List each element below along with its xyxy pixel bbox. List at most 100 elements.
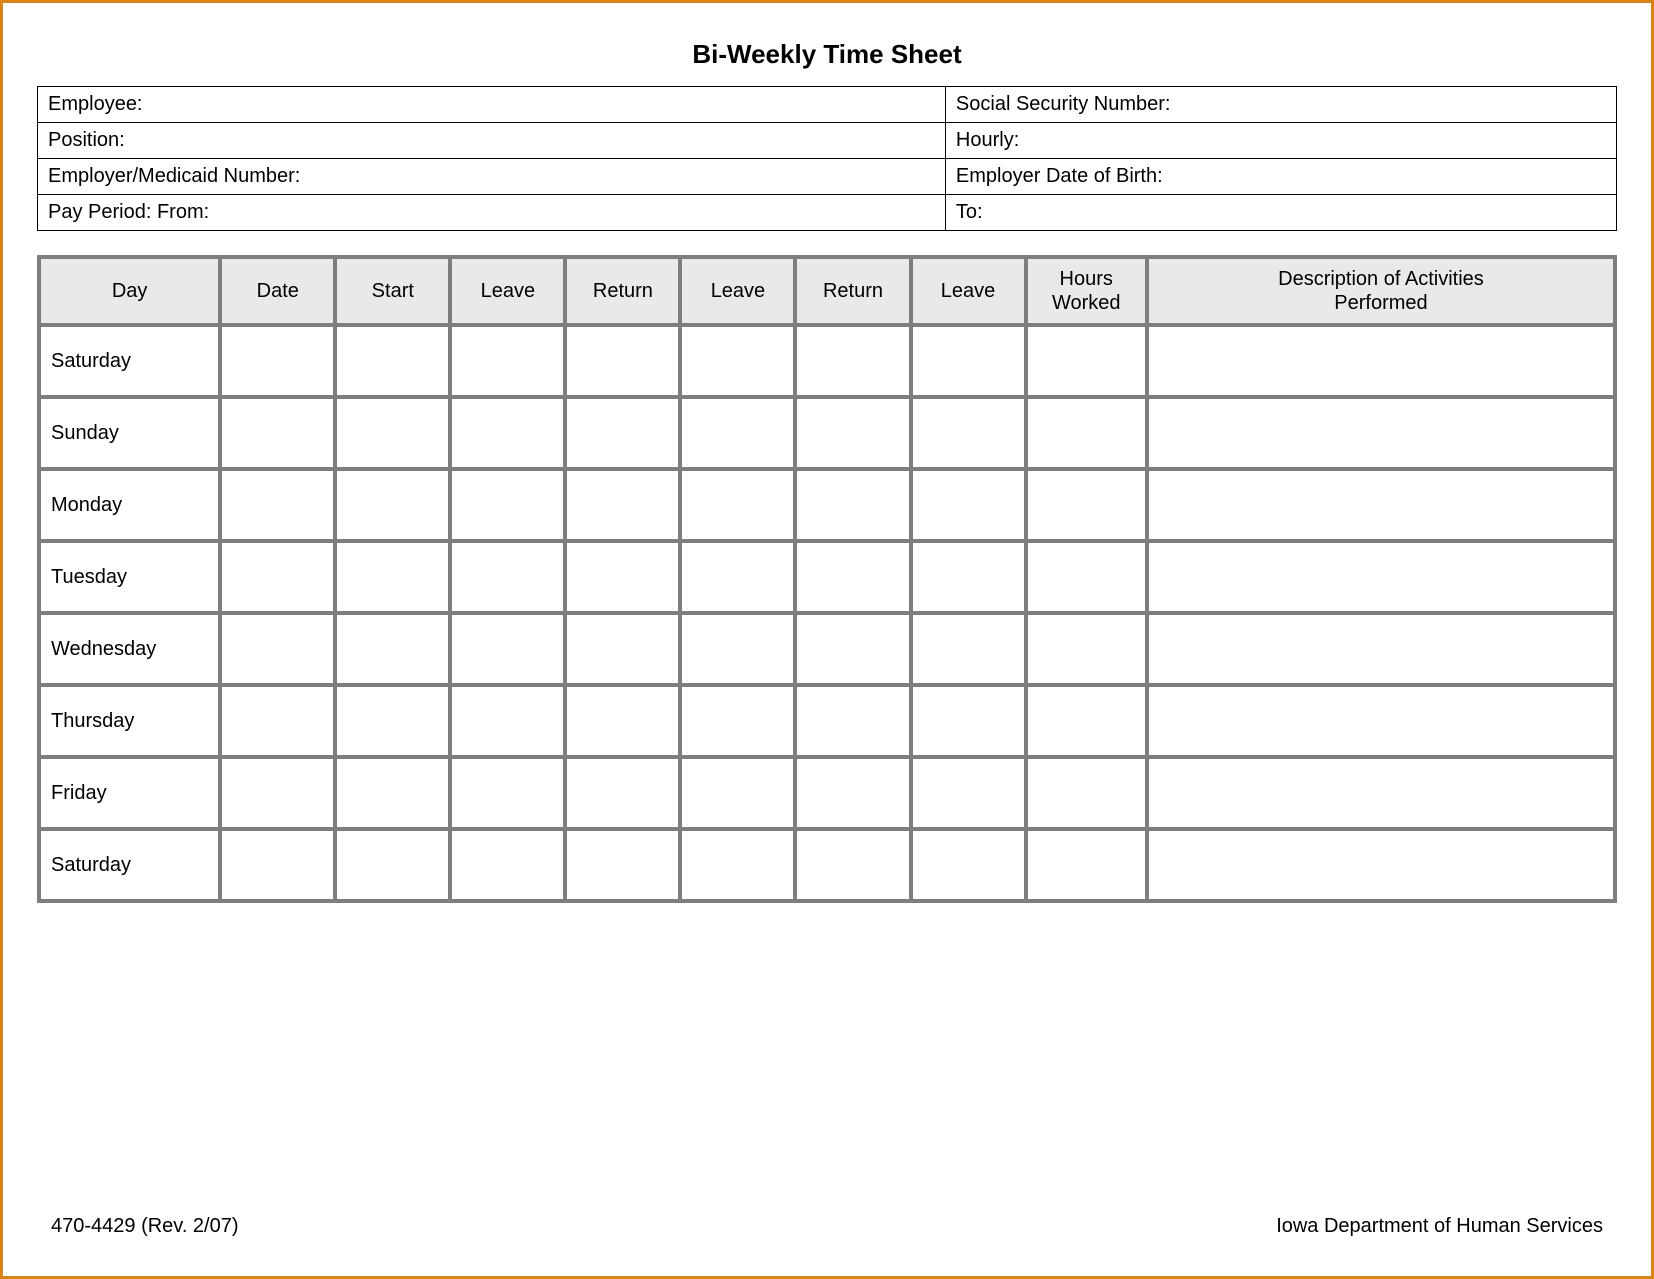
cell-return-1 — [565, 397, 680, 469]
cell-date — [220, 685, 335, 757]
cell-leave-2 — [680, 469, 795, 541]
cell-leave-2 — [680, 613, 795, 685]
cell-return-1 — [565, 613, 680, 685]
table-row: Friday — [39, 757, 1615, 829]
pay-period-from-label: Pay Period: From: — [38, 195, 946, 231]
cell-return-2 — [795, 685, 910, 757]
cell-day: Saturday — [39, 829, 220, 901]
cell-date — [220, 829, 335, 901]
table-row: Sunday — [39, 397, 1615, 469]
cell-leave-2 — [680, 325, 795, 397]
cell-description — [1147, 757, 1615, 829]
cell-day: Friday — [39, 757, 220, 829]
cell-date — [220, 757, 335, 829]
col-leave-2: Leave — [680, 257, 795, 325]
cell-leave-2 — [680, 829, 795, 901]
cell-description — [1147, 829, 1615, 901]
cell-description — [1147, 541, 1615, 613]
col-start: Start — [335, 257, 450, 325]
cell-hours — [1026, 757, 1147, 829]
employee-label: Employee: — [38, 87, 946, 123]
cell-start — [335, 469, 450, 541]
document-title: Bi-Weekly Time Sheet — [37, 39, 1617, 70]
cell-leave-2 — [680, 541, 795, 613]
cell-hours — [1026, 829, 1147, 901]
header-row: Day Date Start Leave Return Leave Return… — [39, 257, 1615, 325]
cell-date — [220, 469, 335, 541]
form-id: 470-4429 (Rev. 2/07) — [51, 1215, 239, 1238]
cell-leave-1 — [450, 757, 565, 829]
cell-description — [1147, 613, 1615, 685]
cell-leave-3 — [911, 685, 1026, 757]
timesheet-table: Day Date Start Leave Return Leave Return… — [37, 255, 1617, 903]
table-row: Saturday — [39, 325, 1615, 397]
table-row: Saturday — [39, 829, 1615, 901]
cell-leave-1 — [450, 829, 565, 901]
cell-return-2 — [795, 325, 910, 397]
cell-hours — [1026, 685, 1147, 757]
cell-leave-2 — [680, 685, 795, 757]
cell-start — [335, 325, 450, 397]
employer-dob-label: Employer Date of Birth: — [945, 159, 1616, 195]
cell-day: Sunday — [39, 397, 220, 469]
cell-date — [220, 613, 335, 685]
cell-return-2 — [795, 397, 910, 469]
cell-start — [335, 541, 450, 613]
agency: Iowa Department of Human Services — [1276, 1215, 1603, 1238]
cell-return-2 — [795, 829, 910, 901]
cell-leave-3 — [911, 613, 1026, 685]
cell-leave-3 — [911, 757, 1026, 829]
cell-return-1 — [565, 829, 680, 901]
table-row: Monday — [39, 469, 1615, 541]
cell-start — [335, 613, 450, 685]
cell-return-2 — [795, 757, 910, 829]
cell-description — [1147, 325, 1615, 397]
cell-leave-1 — [450, 613, 565, 685]
col-day: Day — [39, 257, 220, 325]
cell-day: Wednesday — [39, 613, 220, 685]
cell-hours — [1026, 613, 1147, 685]
col-leave-3: Leave — [911, 257, 1026, 325]
cell-day: Monday — [39, 469, 220, 541]
cell-leave-3 — [911, 469, 1026, 541]
col-date: Date — [220, 257, 335, 325]
col-hours-worked: Hours Worked — [1026, 257, 1147, 325]
cell-description — [1147, 397, 1615, 469]
cell-leave-1 — [450, 685, 565, 757]
cell-return-2 — [795, 613, 910, 685]
cell-start — [335, 757, 450, 829]
col-return-2: Return — [795, 257, 910, 325]
cell-description — [1147, 685, 1615, 757]
col-leave-1: Leave — [450, 257, 565, 325]
table-row: Tuesday — [39, 541, 1615, 613]
info-table: Employee: Social Security Number: Positi… — [37, 86, 1617, 231]
cell-hours — [1026, 469, 1147, 541]
cell-date — [220, 325, 335, 397]
position-label: Position: — [38, 123, 946, 159]
table-row: Wednesday — [39, 613, 1615, 685]
cell-hours — [1026, 397, 1147, 469]
table-row: Thursday — [39, 685, 1615, 757]
cell-leave-1 — [450, 325, 565, 397]
ssn-label: Social Security Number: — [945, 87, 1616, 123]
footer: 470-4429 (Rev. 2/07) Iowa Department of … — [51, 1215, 1603, 1238]
cell-leave-3 — [911, 325, 1026, 397]
cell-return-1 — [565, 757, 680, 829]
cell-leave-2 — [680, 757, 795, 829]
cell-leave-3 — [911, 829, 1026, 901]
cell-leave-2 — [680, 397, 795, 469]
cell-return-1 — [565, 325, 680, 397]
cell-start — [335, 829, 450, 901]
cell-leave-1 — [450, 541, 565, 613]
cell-hours — [1026, 541, 1147, 613]
cell-description — [1147, 469, 1615, 541]
cell-leave-1 — [450, 469, 565, 541]
cell-return-2 — [795, 541, 910, 613]
cell-date — [220, 397, 335, 469]
employer-medicaid-label: Employer/Medicaid Number: — [38, 159, 946, 195]
cell-leave-3 — [911, 541, 1026, 613]
cell-day: Saturday — [39, 325, 220, 397]
cell-date — [220, 541, 335, 613]
cell-return-1 — [565, 541, 680, 613]
cell-day: Thursday — [39, 685, 220, 757]
